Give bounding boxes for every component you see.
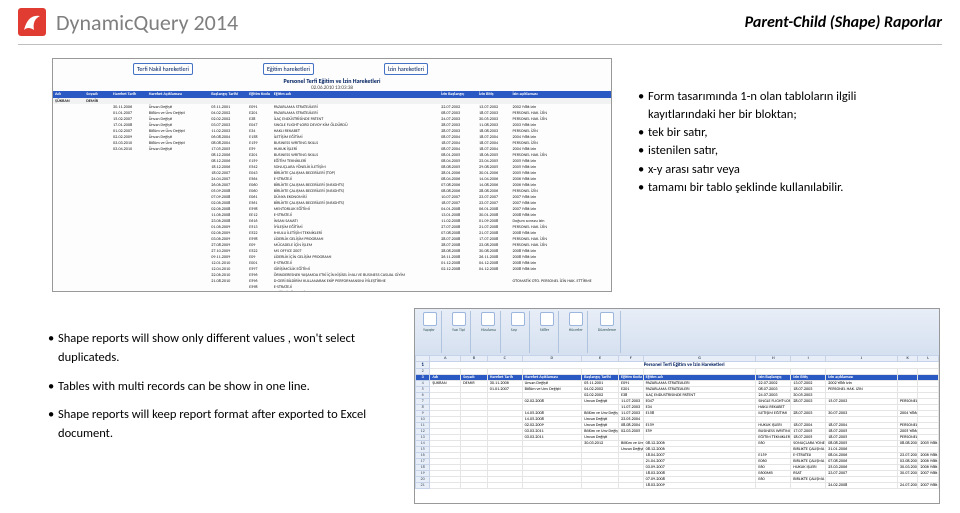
col-header: Hareket Tarih [111,91,147,98]
feature-list-left: Shape reports will show only different v… [48,330,398,454]
feature-list-right: Form tasarımında 1-n olan tabloların ilg… [638,88,922,197]
bullet: istenilen satır, [638,142,922,160]
excel-screenshot: Yapıştır Yazı Tipi Hizalama Sayı Stiller… [414,308,940,504]
bullet: tamamı bir tablo şeklinde kullanılabilir… [638,179,922,197]
callout-terfi: Terfi Nakil hareketleri [133,63,193,75]
bullet: x-y arası satır veya [638,161,922,179]
app-title: DynamicQuery 2014 [56,9,238,36]
table-row: 501.01.2007Bölüm ve Ünv Değişti04.02.200… [416,387,939,393]
bullet: Form tasarımında 1-n olan tabloların ilg… [638,88,922,124]
callout-egitim: Eğitim hareketleri [263,63,314,75]
callout-izin: İzin hareketleri [384,63,428,75]
bullet: Shape reports will show only different v… [48,330,398,368]
col-header: Eğitim adı [272,91,439,98]
report-title: Personel Terfi Eğitim ve İzin Hareketler… [53,77,611,85]
col-header: Hareket Açıklaması [147,91,209,98]
bullet: Shape reports will keep report format af… [48,406,398,444]
col-header: İzin açıklaması [510,91,611,98]
report-screenshot: Terfi Nakil hareketleri Eğitim hareketle… [52,58,612,292]
table-row: 2118.03.200924.02.200824.07.20082007 Yıl… [416,483,939,489]
col-header: İzin Bitiş [477,91,510,98]
slide-header: DynamicQuery 2014 Parent-Child (Shape) R… [0,0,960,40]
excel-ribbon: Yapıştır Yazı Tipi Hizalama Sayı Stiller… [415,309,939,355]
col-header: İzin Başlangıç [439,91,477,98]
col-header: Başlangıç Tarihi [209,91,247,98]
col-header: Eğitim Kodu [247,91,272,98]
bullet: tek bir satır, [638,124,922,142]
col-header: Adı [53,91,84,98]
report-table: AdıSoyadıHareket TarihHareket Açıklaması… [53,91,611,292]
app-logo [18,8,46,36]
divider [18,44,942,45]
callout-row: Terfi Nakil hareketleri Eğitim hareketle… [53,59,611,77]
bullet: Tables with multi records can be show in… [48,378,398,397]
slide-subtitle: Parent-Child (Shape) Raporlar [745,13,942,32]
col-header: Soyadı [84,91,111,98]
excel-grid: ABCDEFGHIJKL 1Personel Terfi Eğitim ve İ… [415,355,939,504]
table-row: 17.10.2010E597S-EĞİLCİ YÖNTEMİ ODAKLANMA… [53,290,611,292]
